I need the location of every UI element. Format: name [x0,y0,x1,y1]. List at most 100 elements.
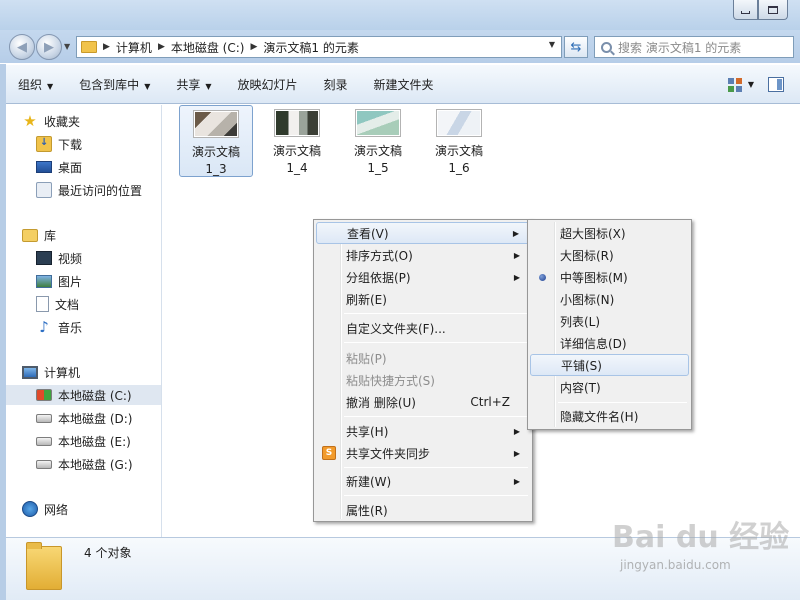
nav-videos[interactable]: 视频 [36,248,82,268]
nav-drive-c[interactable]: 本地磁盘 (C:) [6,385,161,405]
menu-item-paste[interactable]: 粘贴(P) [316,347,530,369]
include-in-library-button[interactable]: 包含到库中 ▼ [79,76,150,93]
window-controls [733,0,788,20]
menu-label: 超大图标(X) [560,226,626,241]
view-hide-file-names[interactable]: 隐藏文件名(H) [530,405,689,427]
address-dropdown-icon[interactable]: ▼ [549,40,555,49]
chevron-down-icon: ▼ [205,81,212,91]
nav-downloads[interactable]: 下载 [36,134,82,154]
view-options-dropdown-icon[interactable]: ▼ [748,80,754,89]
view-extra-large-icons[interactable]: 超大图标(X) [530,222,689,244]
nav-label: 文档 [55,297,80,312]
menu-item-customize-folder[interactable]: 自定义文件夹(F)... [316,317,530,339]
view-list[interactable]: 列表(L) [530,310,689,332]
menu-item-new[interactable]: 新建(W) ▶ [316,470,530,492]
nav-network[interactable]: 网络 [22,499,68,519]
menu-item-group-by[interactable]: 分组依据(P) ▶ [316,266,530,288]
search-box[interactable]: 搜索 演示文稿1 的元素 [594,36,794,58]
file-name: 演示文稿 1_5 [353,144,402,175]
maximize-button[interactable] [758,0,788,20]
breadcrumb-computer[interactable]: 计算机 [116,39,152,56]
breadcrumb-separator[interactable]: ▶ [250,42,257,52]
menu-label: 内容(T) [560,380,601,395]
file-item[interactable]: 演示文稿 1_4 [260,105,334,177]
minimize-icon [741,11,750,14]
breadcrumb-current-folder[interactable]: 演示文稿1 的元素 [263,39,358,56]
menu-item-properties[interactable]: 属性(R) [316,499,530,521]
file-item[interactable]: 演示文稿 1_6 [422,105,496,177]
nav-favorites[interactable]: ★ 收藏夹 [22,111,80,131]
context-menu: 查看(V) ▶ 排序方式(O) ▶ 分组依据(P) ▶ 刷新(E) 自定义文件夹(F)… [313,219,533,522]
network-icon [22,501,38,517]
nav-label: 视频 [58,251,83,266]
menu-label: 中等图标(M) [560,270,628,285]
menu-label: 属性(R) [346,503,388,518]
view-submenu: 超大图标(X) 大图标(R) 中等图标(M) 小图标(N) 列表(L) 详细信息… [527,219,692,430]
new-folder-button[interactable]: 新建文件夹 [374,76,434,93]
nav-drive-d[interactable]: 本地磁盘 (D:) [36,408,132,428]
nav-label: 本地磁盘 (G:) [58,457,133,472]
menu-item-paste-shortcut[interactable]: 粘贴快捷方式(S) [316,369,530,391]
recent-pages-dropdown[interactable]: ▼ [64,42,70,51]
breadcrumb-drive-c[interactable]: 本地磁盘 (C:) [171,39,245,56]
menu-label: 平铺(S) [561,358,602,373]
menu-item-view[interactable]: 查看(V) ▶ [316,222,530,244]
file-item[interactable]: 演示文稿 1_5 [341,105,415,177]
desktop-icon [36,161,52,173]
view-medium-icons[interactable]: 中等图标(M) [530,266,689,288]
address-bar[interactable]: ▶ 计算机 ▶ 本地磁盘 (C:) ▶ 演示文稿1 的元素 ▼ [76,36,562,58]
view-tiles[interactable]: 平铺(S) [530,354,689,376]
command-bar: 组织 ▼ 包含到库中 ▼ 共享 ▼ 放映幻灯片 刻录 新建文件夹 ▼ [6,64,800,104]
menu-item-refresh[interactable]: 刷新(E) [316,288,530,310]
menu-item-sort-by[interactable]: 排序方式(O) ▶ [316,244,530,266]
hard-drive-icon [36,436,52,446]
slideshow-button[interactable]: 放映幻灯片 [238,76,298,93]
menu-item-share-with[interactable]: 共享(H) ▶ [316,420,530,442]
pictures-library-icon [36,274,52,288]
nav-recent-places[interactable]: 最近访问的位置 [36,180,142,200]
view-content[interactable]: 内容(T) [530,376,689,398]
nav-pictures[interactable]: 图片 [36,271,82,291]
menu-item-shared-folder-sync[interactable]: S 共享文件夹同步 ▶ [316,442,530,464]
breadcrumb-separator[interactable]: ▶ [103,42,110,52]
chevron-down-icon: ▼ [47,81,54,91]
menu-label: 刷新(E) [346,292,387,307]
change-view-icon[interactable] [728,78,742,92]
folder-icon [81,41,97,53]
breadcrumb-separator[interactable]: ▶ [158,42,165,52]
item-count: 4 个对象 [84,546,132,560]
organize-menu-button[interactable]: 组织 ▼ [18,76,53,93]
menu-label: 大图标(R) [560,248,614,263]
burn-button[interactable]: 刻录 [324,76,348,93]
view-large-icons[interactable]: 大图标(R) [530,244,689,266]
submenu-arrow-icon: ▶ [512,228,519,238]
nav-libraries[interactable]: 库 [22,225,56,245]
library-icon [22,228,38,242]
folder-icon [26,542,62,590]
menu-separator [344,342,528,343]
nav-drive-g[interactable]: 本地磁盘 (G:) [36,454,133,474]
system-drive-icon [36,389,52,401]
nav-drive-e[interactable]: 本地磁盘 (E:) [36,431,131,451]
title-bar [0,0,800,30]
image-thumbnail [436,109,482,137]
preview-pane-icon[interactable] [768,77,784,92]
nav-documents[interactable]: 文档 [36,294,79,314]
nav-computer[interactable]: 计算机 [22,362,80,382]
file-item[interactable]: 演示文稿 1_3 [179,105,253,177]
file-name: 演示文稿 1_6 [434,144,483,175]
menu-label: 列表(L) [560,314,601,329]
nav-label: 图片 [58,274,83,289]
view-details[interactable]: 详细信息(D) [530,332,689,354]
back-button[interactable]: ◀ [9,34,35,60]
minimize-button[interactable] [733,0,758,20]
refresh-button[interactable]: ⇆ [564,36,588,58]
menu-item-undo-delete[interactable]: 撤消 删除(U) Ctrl+Z [316,391,530,413]
view-small-icons[interactable]: 小图标(N) [530,288,689,310]
nav-music[interactable]: ♪ 音乐 [36,317,82,337]
nav-desktop[interactable]: 桌面 [36,157,82,177]
share-button[interactable]: 共享 ▼ [176,76,211,93]
nav-label: 最近访问的位置 [58,183,143,198]
forward-button[interactable]: ▶ [36,34,62,60]
menu-separator [344,495,528,496]
